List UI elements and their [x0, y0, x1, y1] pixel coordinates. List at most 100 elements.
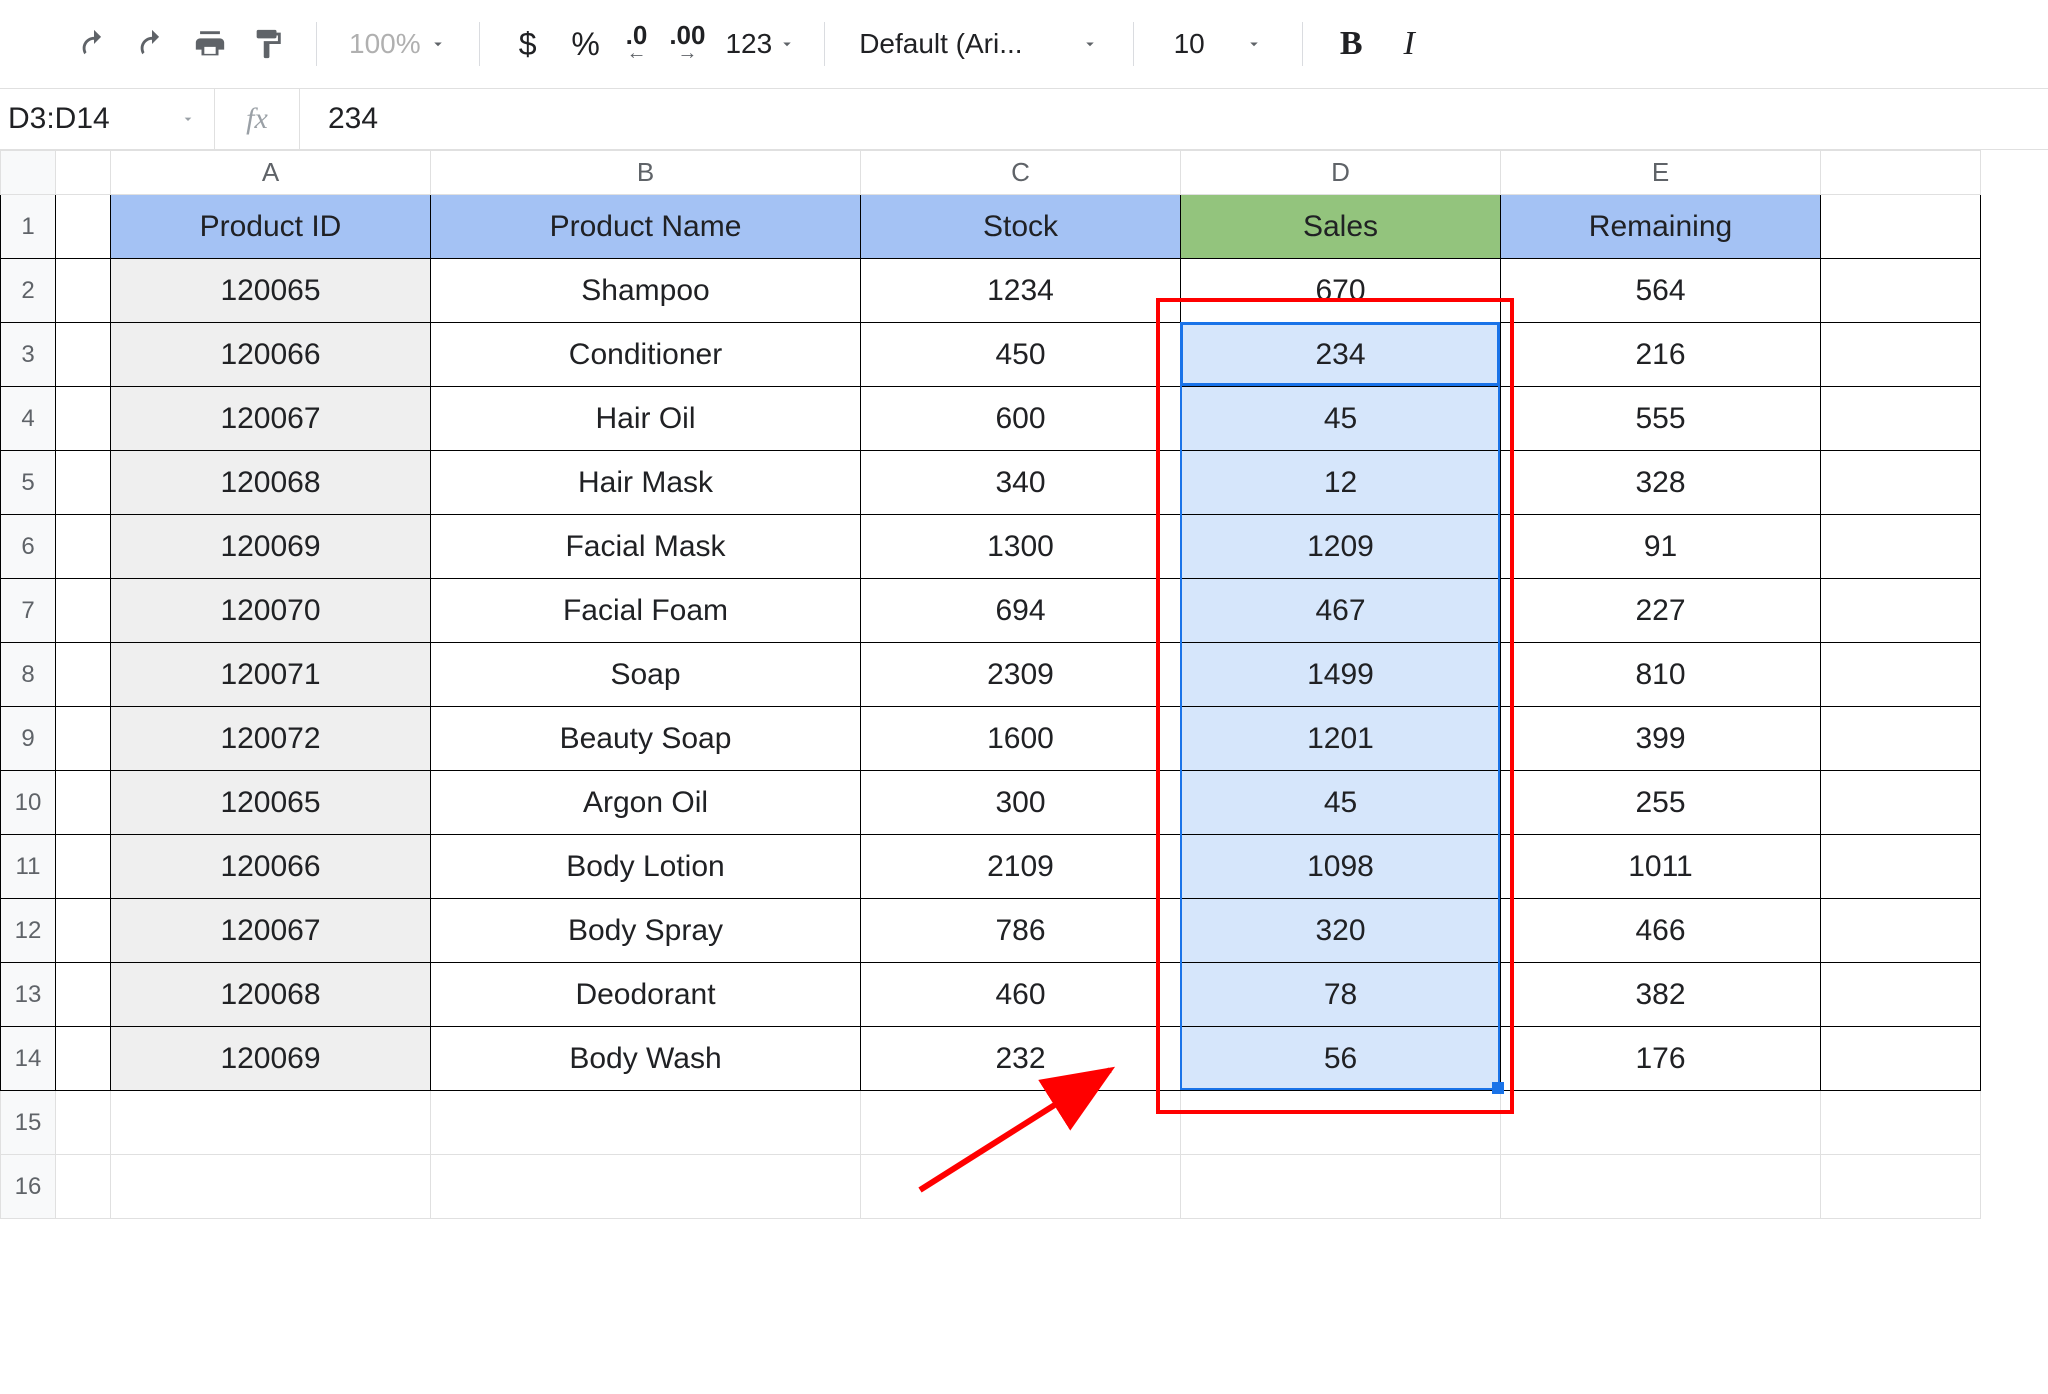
table-header[interactable]: Product ID [111, 195, 431, 259]
empty-cell[interactable] [1821, 963, 1981, 1027]
empty-cell[interactable] [861, 1091, 1181, 1155]
cell-stock[interactable]: 1300 [861, 515, 1181, 579]
gutter-cell[interactable] [56, 899, 111, 963]
print-button[interactable] [186, 20, 234, 68]
paint-format-button[interactable] [244, 20, 292, 68]
row-header-12[interactable]: 12 [1, 899, 56, 963]
cell-product-id[interactable]: 120070 [111, 579, 431, 643]
gutter-cell[interactable] [56, 963, 111, 1027]
cell-stock[interactable]: 300 [861, 771, 1181, 835]
empty-cell[interactable] [861, 1155, 1181, 1219]
cell-stock[interactable]: 600 [861, 387, 1181, 451]
row-header-10[interactable]: 10 [1, 771, 56, 835]
cell-remaining[interactable]: 810 [1501, 643, 1821, 707]
font-family-dropdown[interactable]: Default (Ari... [849, 28, 1109, 60]
row-header-14[interactable]: 14 [1, 1027, 56, 1091]
cell-stock[interactable]: 786 [861, 899, 1181, 963]
formula-input[interactable]: 234 [300, 89, 2048, 149]
name-box[interactable]: D3:D14 [0, 89, 215, 149]
cell-product-name[interactable]: Deodorant [431, 963, 861, 1027]
increase-decimal-button[interactable]: .00 → [663, 28, 711, 60]
table-header[interactable]: Remaining [1501, 195, 1821, 259]
gutter-cell[interactable] [56, 643, 111, 707]
gutter-cell[interactable] [56, 771, 111, 835]
empty-cell[interactable] [1821, 835, 1981, 899]
empty-cell[interactable] [1821, 451, 1981, 515]
gutter-cell[interactable] [56, 451, 111, 515]
cell-remaining[interactable]: 91 [1501, 515, 1821, 579]
col-header-d[interactable]: D [1181, 151, 1501, 195]
cell-sales[interactable]: 12 [1181, 451, 1501, 515]
empty-cell[interactable] [1821, 1027, 1981, 1091]
empty-cell[interactable] [1821, 707, 1981, 771]
gutter-cell[interactable] [56, 835, 111, 899]
empty-cell[interactable] [1821, 579, 1981, 643]
col-header-b[interactable]: B [431, 151, 861, 195]
cell-stock[interactable]: 1234 [861, 259, 1181, 323]
cell-stock[interactable]: 232 [861, 1027, 1181, 1091]
gutter-cell[interactable] [56, 195, 111, 259]
gutter-cell[interactable] [56, 579, 111, 643]
cell-product-name[interactable]: Argon Oil [431, 771, 861, 835]
italic-button[interactable]: I [1385, 20, 1433, 68]
cell-product-id[interactable]: 120069 [111, 1027, 431, 1091]
cell-product-name[interactable]: Hair Oil [431, 387, 861, 451]
row-header-2[interactable]: 2 [1, 259, 56, 323]
col-header-c[interactable]: C [861, 151, 1181, 195]
cell-remaining[interactable]: 382 [1501, 963, 1821, 1027]
cell-sales[interactable]: 56 [1181, 1027, 1501, 1091]
cell-sales[interactable]: 234 [1181, 323, 1501, 387]
row-header-9[interactable]: 9 [1, 707, 56, 771]
zoom-dropdown[interactable]: 100% [341, 28, 455, 60]
cell-product-name[interactable]: Soap [431, 643, 861, 707]
cell-product-name[interactable]: Body Wash [431, 1027, 861, 1091]
gutter-cell[interactable] [56, 387, 111, 451]
cell-sales[interactable]: 467 [1181, 579, 1501, 643]
format-currency-button[interactable]: $ [504, 20, 552, 68]
cell-sales[interactable]: 78 [1181, 963, 1501, 1027]
cell-stock[interactable]: 460 [861, 963, 1181, 1027]
empty-cell[interactable] [1501, 1091, 1821, 1155]
empty-cell[interactable] [111, 1155, 431, 1219]
bold-button[interactable]: B [1327, 20, 1375, 68]
gutter-cell[interactable] [56, 259, 111, 323]
col-header-extra[interactable] [1821, 151, 1981, 195]
empty-cell[interactable] [431, 1091, 861, 1155]
row-header-4[interactable]: 4 [1, 387, 56, 451]
row-header-11[interactable]: 11 [1, 835, 56, 899]
more-formats-dropdown[interactable]: 123 [721, 28, 800, 60]
cell-stock[interactable]: 340 [861, 451, 1181, 515]
empty-cell[interactable] [1821, 1155, 1981, 1219]
format-percent-button[interactable]: % [562, 20, 610, 68]
cell-product-name[interactable]: Facial Foam [431, 579, 861, 643]
row-header-16[interactable]: 16 [1, 1155, 56, 1219]
cell-product-name[interactable]: Hair Mask [431, 451, 861, 515]
table-header[interactable]: Sales [1181, 195, 1501, 259]
empty-cell[interactable] [1821, 771, 1981, 835]
row-header-6[interactable]: 6 [1, 515, 56, 579]
cell-product-id[interactable]: 120065 [111, 259, 431, 323]
table-header[interactable]: Stock [861, 195, 1181, 259]
cell-product-name[interactable]: Shampoo [431, 259, 861, 323]
undo-button[interactable] [70, 20, 118, 68]
empty-cell[interactable] [1821, 387, 1981, 451]
cell-remaining[interactable]: 1011 [1501, 835, 1821, 899]
cell-stock[interactable]: 1600 [861, 707, 1181, 771]
row-header-15[interactable]: 15 [1, 1091, 56, 1155]
cell-product-id[interactable]: 120069 [111, 515, 431, 579]
spreadsheet-grid[interactable]: A B C D E 1Product IDProduct NameStockSa… [0, 150, 1981, 1219]
cell-product-id[interactable]: 120067 [111, 899, 431, 963]
cell-sales[interactable]: 45 [1181, 387, 1501, 451]
cell-product-id[interactable]: 120066 [111, 835, 431, 899]
decrease-decimal-button[interactable]: .0 ← [620, 28, 654, 60]
select-all-corner[interactable] [1, 151, 56, 195]
redo-button[interactable] [128, 20, 176, 68]
empty-cell[interactable] [1501, 1155, 1821, 1219]
cell-sales[interactable]: 1209 [1181, 515, 1501, 579]
row-header-5[interactable]: 5 [1, 451, 56, 515]
cell-product-name[interactable]: Conditioner [431, 323, 861, 387]
cell-product-name[interactable]: Body Lotion [431, 835, 861, 899]
cell-stock[interactable]: 450 [861, 323, 1181, 387]
cell-product-id[interactable]: 120072 [111, 707, 431, 771]
empty-cell[interactable] [1821, 899, 1981, 963]
